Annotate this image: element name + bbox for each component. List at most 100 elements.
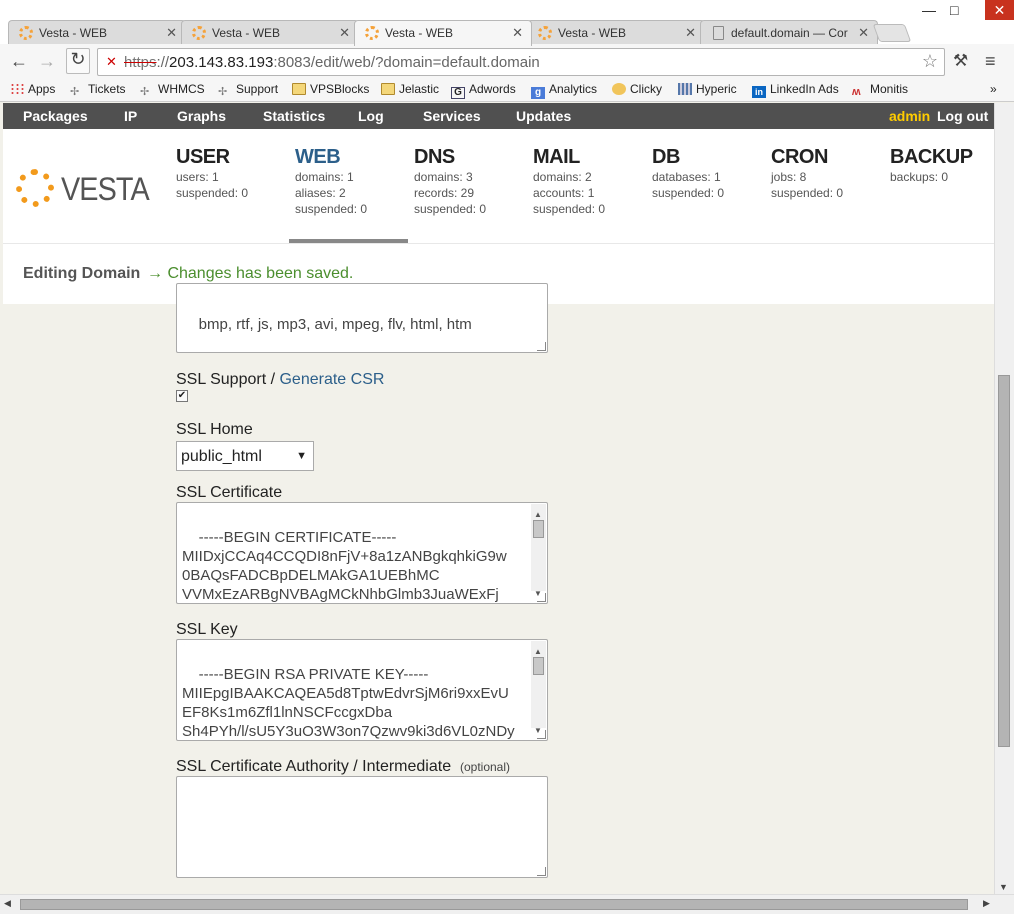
nav-statistics[interactable]: Statistics <box>263 108 325 124</box>
stat-cron[interactable]: CRON jobs: 8 suspended: 0 <box>771 146 843 201</box>
browser-tab-active[interactable]: Vesta - WEB ✕ <box>354 20 532 46</box>
nav-packages[interactable]: Packages <box>23 108 88 124</box>
browser-tabstrip: Vesta - WEB ✕ Vesta - WEB ✕ Vesta - WEB … <box>0 0 1014 46</box>
minimize-icon[interactable]: — <box>922 2 936 18</box>
close-icon[interactable]: ✕ <box>512 25 523 41</box>
bookmarks-bar: Apps ✢ Tickets ✢ WHMCS ✢ Support VPSBlocks … <box>0 78 1014 102</box>
ssl-support-checkbox[interactable]: ✔ <box>176 390 188 402</box>
resize-handle-icon[interactable] <box>537 342 546 351</box>
nav-services[interactable]: Services <box>423 108 481 124</box>
bookmark-hyperic[interactable]: Hyperic <box>678 82 737 96</box>
bookmark-linkedin-ads[interactable]: in LinkedIn Ads <box>752 82 839 98</box>
scroll-thumb[interactable] <box>533 657 544 675</box>
nav-graphs[interactable]: Graphs <box>177 108 226 124</box>
whmcs-icon: ✢ <box>218 86 228 98</box>
bookmark-apps[interactable]: Apps <box>10 82 55 96</box>
tab-title: default.domain — Cor <box>731 26 848 40</box>
reload-icon[interactable]: ↻ <box>66 48 90 74</box>
browser-tab[interactable]: Vesta - WEB ✕ <box>181 20 359 46</box>
vesta-favicon-icon <box>365 26 379 40</box>
stat-db[interactable]: DB databases: 1 suspended: 0 <box>652 146 724 201</box>
url-separator: :// <box>156 54 170 71</box>
close-icon[interactable]: ✕ <box>339 25 350 41</box>
stat-backup[interactable]: BACKUP backups: 0 <box>890 146 973 185</box>
google-icon: G <box>451 87 465 99</box>
nav-ip[interactable]: IP <box>124 108 137 124</box>
folder-icon <box>292 83 306 95</box>
bookmark-vpsblocks[interactable]: VPSBlocks <box>292 82 369 96</box>
bookmark-tickets[interactable]: ✢ Tickets <box>70 82 126 98</box>
ssl-certificate-textarea[interactable]: -----BEGIN CERTIFICATE----- MIIDxjCCAq4C… <box>176 502 548 604</box>
ssl-home-select[interactable]: public_html ▼ <box>176 441 314 471</box>
stat-dns[interactable]: DNS domains: 3 records: 29 suspended: 0 <box>414 146 486 217</box>
ssl-key-textarea[interactable]: -----BEGIN RSA PRIVATE KEY----- MIIEpgIB… <box>176 639 548 741</box>
ssl-certificate-label: SSL Certificate <box>176 484 283 501</box>
address-bar[interactable]: ✕ https://203.143.83.193:8083/edit/web/?… <box>97 48 945 76</box>
tab-title: Vesta - WEB <box>39 26 108 40</box>
extensions-textarea[interactable]: bmp, rtf, js, mp3, avi, mpeg, flv, html,… <box>176 283 548 353</box>
url-scheme: https <box>124 54 157 71</box>
bookmark-whmcs[interactable]: ✢ WHMCS <box>140 82 205 98</box>
menu-icon[interactable]: ≡ <box>985 51 996 72</box>
generate-csr-link[interactable]: Generate CSR <box>279 371 384 388</box>
close-icon[interactable]: ✕ <box>685 25 696 41</box>
scroll-thumb[interactable] <box>20 899 968 910</box>
scroll-down-icon[interactable]: ▼ <box>999 882 1008 892</box>
page-vertical-scrollbar[interactable]: ▼ <box>994 103 1014 894</box>
bookmark-adwords[interactable]: G Adwords <box>451 82 516 99</box>
url-path: :8083/edit/web/?domain=default.domain <box>273 54 540 71</box>
resize-handle-icon[interactable] <box>537 867 546 876</box>
page-horizontal-scrollbar[interactable]: ◀ ▶ <box>0 894 1014 914</box>
tab-title: Vesta - WEB <box>212 26 281 40</box>
browser-tab[interactable]: default.domain — Cor ✕ <box>700 20 878 46</box>
stat-user[interactable]: USER users: 1 suspended: 0 <box>176 146 248 201</box>
resize-handle-icon[interactable] <box>537 593 546 602</box>
user-link[interactable]: admin <box>889 108 930 124</box>
dropdown-arrow-icon: ▼ <box>296 450 307 462</box>
scroll-thumb[interactable] <box>998 375 1010 747</box>
whmcs-icon: ✢ <box>140 86 150 98</box>
nav-log[interactable]: Log <box>358 108 384 124</box>
apps-icon <box>10 83 24 95</box>
more-bookmarks-button[interactable]: » <box>990 82 997 96</box>
resize-handle-icon[interactable] <box>537 730 546 739</box>
forward-arrow-icon[interactable]: → <box>38 51 56 72</box>
browser-tab[interactable]: Vesta - WEB ✕ <box>8 20 186 46</box>
close-icon[interactable]: ✕ <box>858 25 869 41</box>
ssl-support-label: SSL Support / Generate CSR <box>176 371 385 388</box>
logout-link[interactable]: Log out <box>937 108 988 124</box>
whmcs-icon: ✢ <box>70 86 80 98</box>
insecure-lock-icon: ✕ <box>106 54 117 69</box>
scroll-thumb[interactable] <box>533 520 544 538</box>
bookmark-jelastic[interactable]: Jelastic <box>381 82 439 96</box>
browser-tab[interactable]: Vesta - WEB ✕ <box>527 20 705 46</box>
scroll-right-icon[interactable]: ▶ <box>983 898 990 909</box>
top-navigation: Packages IP Graphs Statistics Log Servic… <box>3 103 994 129</box>
bookmark-star-icon[interactable]: ☆ <box>922 51 938 72</box>
bookmark-support[interactable]: ✢ Support <box>218 82 278 98</box>
textarea-scrollbar[interactable]: ▲ ▼ <box>531 504 546 598</box>
stat-web[interactable]: WEB domains: 1 aliases: 2 suspended: 0 <box>295 146 367 217</box>
folder-icon <box>381 83 395 95</box>
back-arrow-icon[interactable]: ← <box>10 51 28 72</box>
wrench-icon[interactable]: ⚒ <box>953 51 968 71</box>
scroll-left-icon[interactable]: ◀ <box>4 898 11 909</box>
google-g-icon: g <box>531 87 545 99</box>
page-title: Editing Domain <box>23 265 141 282</box>
new-tab-button[interactable] <box>872 24 912 42</box>
ssl-key-label: SSL Key <box>176 621 238 638</box>
close-icon[interactable]: ✕ <box>166 25 177 41</box>
ssl-ca-textarea[interactable] <box>176 776 548 878</box>
textarea-scrollbar[interactable]: ▲ ▼ <box>531 641 546 735</box>
nav-updates[interactable]: Updates <box>516 108 571 124</box>
document-icon <box>713 26 724 40</box>
ssl-home-label: SSL Home <box>176 421 253 438</box>
close-window-icon[interactable]: ✕ <box>985 0 1014 20</box>
bookmark-clicky[interactable]: Clicky <box>612 82 662 96</box>
bookmark-monitis[interactable]: ʍ Monitis <box>852 82 908 98</box>
tab-title: Vesta - WEB <box>385 26 454 40</box>
stat-mail[interactable]: MAIL domains: 2 accounts: 1 suspended: 0 <box>533 146 605 217</box>
bookmark-analytics[interactable]: g Analytics <box>531 82 597 99</box>
maximize-icon[interactable]: □ <box>950 2 958 18</box>
optional-hint: (optional) <box>459 760 511 774</box>
